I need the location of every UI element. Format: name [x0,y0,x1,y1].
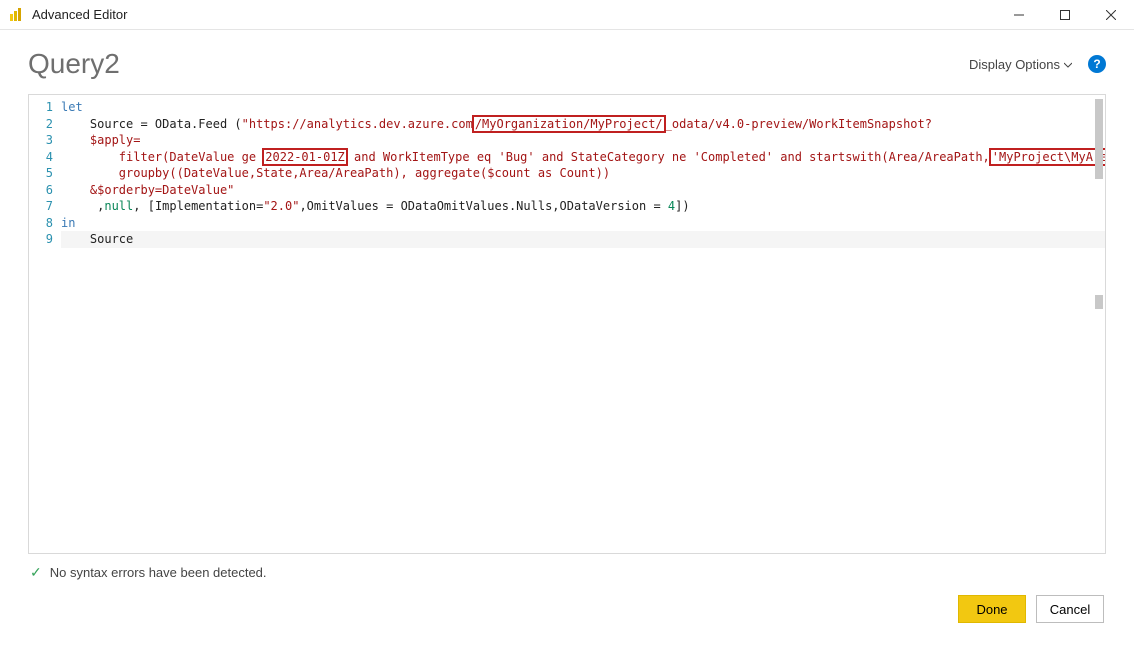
editor-header: Query2 Display Options ? [28,48,1106,80]
window-controls [996,0,1134,30]
query-title: Query2 [28,48,120,80]
help-icon[interactable]: ? [1088,55,1106,73]
highlight-areapath: 'MyProject\MyAreaPath'))/ [989,148,1106,166]
display-options-label: Display Options [969,57,1060,72]
code-area[interactable]: let Source = OData.Feed ("https://analyt… [59,95,1106,553]
display-options-dropdown[interactable]: Display Options [969,57,1072,72]
status-text: No syntax errors have been detected. [50,565,267,580]
chevron-down-icon [1064,57,1072,72]
powerbi-icon [8,7,24,23]
code-editor[interactable]: 1 2 3 4 5 6 7 8 9 let Source = OData.Fee… [28,94,1106,554]
minimize-button[interactable] [996,0,1042,30]
dialog-buttons: Done Cancel [28,591,1106,623]
maximize-button[interactable] [1042,0,1088,30]
line-number-gutter: 1 2 3 4 5 6 7 8 9 [29,95,59,553]
window-title: Advanced Editor [32,7,996,22]
done-button[interactable]: Done [958,595,1026,623]
syntax-status: ✓ No syntax errors have been detected. [28,554,1106,591]
cancel-button[interactable]: Cancel [1036,595,1104,623]
window-titlebar: Advanced Editor [0,0,1134,30]
highlight-date: 2022-01-01Z [262,148,347,166]
scrollbar-thumb[interactable] [1095,99,1103,179]
highlight-org-project: /MyOrganization/MyProject/ [472,115,666,133]
scrollbar-thumb[interactable] [1095,295,1103,309]
check-icon: ✓ [30,564,42,581]
close-button[interactable] [1088,0,1134,30]
